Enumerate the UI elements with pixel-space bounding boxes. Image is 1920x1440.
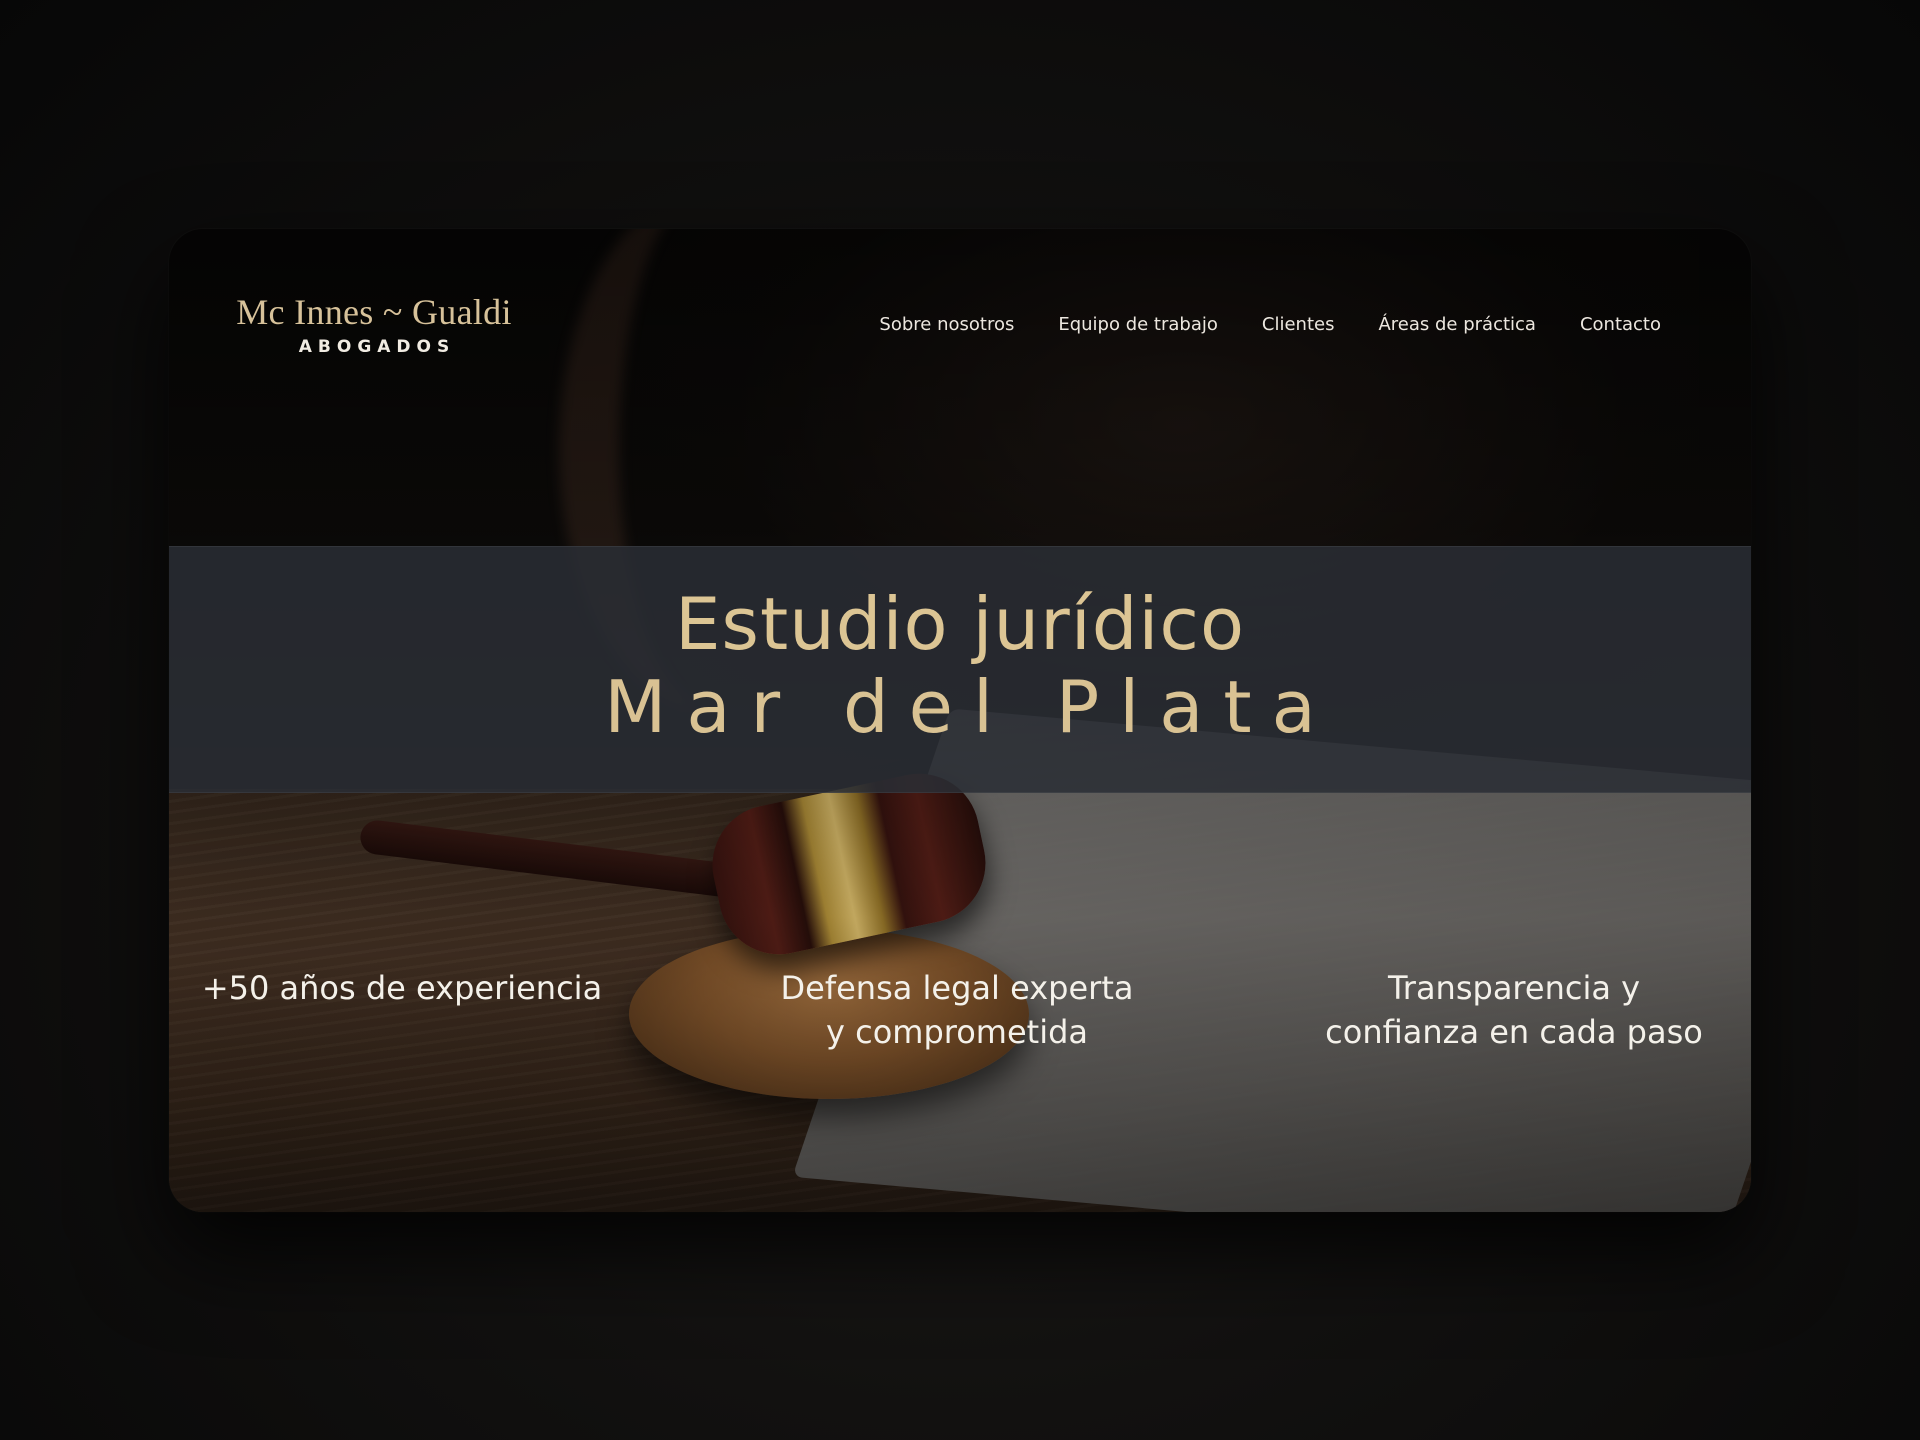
logo-tagline: ABOGADOS — [298, 337, 456, 357]
hero-subtitle: Mar del Plata — [604, 665, 1336, 750]
nav-item-contacto[interactable]: Contacto — [1580, 314, 1661, 335]
main-nav: Sobre nosotros Equipo de trabajo Cliente… — [879, 314, 1661, 335]
nav-item-clientes[interactable]: Clientes — [1262, 314, 1335, 335]
hero-band: Estudio jurídico Mar del Plata — [169, 546, 1751, 793]
nav-item-sobre-nosotros[interactable]: Sobre nosotros — [879, 314, 1014, 335]
logo-name: Mc Innes ~ Gualdi — [236, 292, 512, 332]
logo[interactable]: Mc Innes ~ Gualdi ABOGADOS — [229, 291, 519, 357]
hero-card: Mc Innes ~ Gualdi ABOGADOS Sobre nosotro… — [169, 229, 1751, 1212]
nav-item-equipo-de-trabajo[interactable]: Equipo de trabajo — [1058, 314, 1218, 335]
nav-item-areas-de-practica[interactable]: Áreas de práctica — [1378, 314, 1535, 335]
hero-title: Estudio jurídico — [674, 582, 1246, 666]
feature-experience: +50 años de experiencia — [201, 969, 603, 1007]
feature-transparency: Transparencia y confianza en cada paso — [1325, 969, 1703, 1051]
feature-defense: Defensa legal experta y comprometida — [780, 969, 1134, 1051]
